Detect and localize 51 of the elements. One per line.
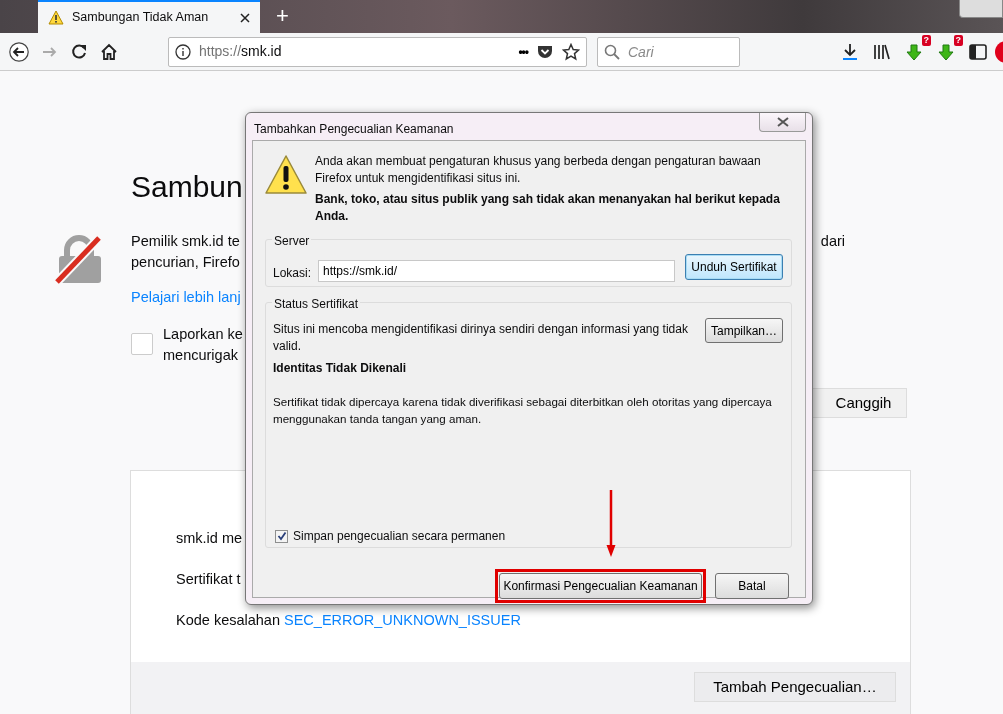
details-text: Sertifikat t — [176, 570, 241, 589]
intro-text: Anda akan membuat pengaturan khusus yang berbeda dengan pengaturan bawaan Firefox untuk mengidentifikasi situs ini. — [315, 153, 762, 187]
search-icon — [604, 43, 620, 60]
badge-count: ? — [921, 34, 931, 46]
address-bar[interactable]: https://smk.id ••• — [168, 36, 587, 67]
dialog-title: Tambahkan Pengecualian Keamanan — [254, 121, 454, 138]
checkbox-label: mencurigak — [163, 346, 238, 365]
paragraph-text: dari — [820, 232, 845, 251]
details-text: smk.id me — [176, 529, 243, 548]
annotation-arrow — [606, 490, 616, 557]
field-label: Lokasi: — [273, 265, 312, 282]
page-title: Sambun — [131, 169, 243, 205]
download-arrow-icon[interactable] — [904, 41, 924, 62]
close-icon — [776, 117, 789, 127]
location-field[interactable]: https://smk.id/ — [318, 260, 675, 282]
warning-icon — [48, 9, 64, 26]
warning-icon — [264, 154, 308, 196]
close-button[interactable] — [759, 113, 806, 132]
star-icon[interactable] — [562, 42, 580, 61]
status-heading: Identitas Tidak Dikenali — [273, 360, 407, 377]
download-arrow-icon[interactable] — [936, 41, 956, 62]
badge-count: ? — [953, 34, 963, 46]
page-actions-button[interactable]: ••• — [518, 36, 528, 67]
info-icon[interactable] — [175, 43, 191, 60]
confirm-button[interactable]: Konfirmasi Pengecualian Keamanan — [499, 573, 702, 599]
minimize-button[interactable] — [959, 0, 1003, 18]
report-checkbox[interactable] — [131, 333, 153, 355]
back-icon[interactable] — [9, 41, 29, 62]
error-code-link[interactable]: SEC_ERROR_UNKNOWN_ISSUER — [284, 612, 521, 628]
permanent-checkbox[interactable] — [275, 529, 288, 543]
new-tab-button[interactable]: + — [272, 5, 293, 27]
url-text: https://smk.id — [199, 42, 283, 61]
broken-lock-icon — [55, 234, 103, 284]
add-exception-button[interactable]: Tambah Pengecualian… — [694, 672, 896, 702]
paragraph-text: pencurian, Firefo — [131, 253, 240, 272]
search-field[interactable]: Cari — [597, 36, 740, 67]
checkbox-label: Simpan pengecualian secara permanen — [293, 528, 506, 545]
view-certificate-button[interactable]: Tampilkan… — [705, 318, 783, 343]
cancel-button[interactable]: Batal — [715, 573, 789, 599]
checkbox-label: Laporkan ke — [163, 325, 243, 344]
error-label: Kode kesalahan — [176, 612, 281, 628]
sidebar-icon[interactable] — [968, 41, 988, 62]
browser-tab[interactable]: Sambungan Tidak Aman — [38, 0, 260, 33]
home-icon[interactable] — [99, 41, 119, 62]
status-detail: Sertifikat tidak dipercaya karena tidak diverifikasi sebagai diterbitkan oleh otoritas yang dipercaya menggunakan tanda tangan yang aman. — [273, 394, 773, 427]
close-icon[interactable] — [240, 12, 250, 23]
download-icon[interactable] — [840, 41, 860, 62]
warning-text: Bank, toko, atau situs publik yang sah tidak akan menanyakan hal berikut kepada Anda. — [315, 191, 781, 225]
paragraph-text: Pemilik smk.id te — [131, 232, 240, 251]
status-message: Situs ini mencoba mengidentifikasi dirinya sendiri dengan informasi yang tidak valid. — [273, 321, 689, 355]
download-certificate-button[interactable]: Unduh Sertifikat — [685, 254, 783, 280]
